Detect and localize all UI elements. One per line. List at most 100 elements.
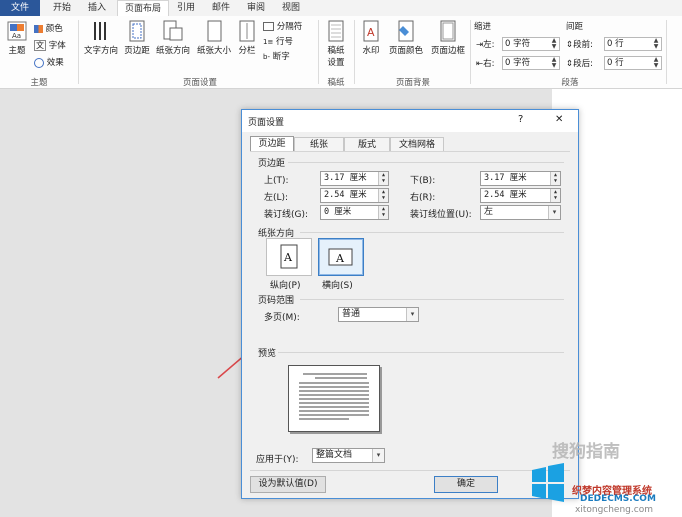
help-button[interactable]: ? xyxy=(518,114,523,125)
left-margin-input[interactable]: 2.54 厘米 ▲ ▼ xyxy=(320,188,389,203)
group-divider xyxy=(78,20,79,84)
tab-references[interactable]: 引用 xyxy=(170,0,202,16)
ok-button[interactable]: 确定 xyxy=(434,476,498,493)
chevron-down-icon[interactable]: ▾ xyxy=(372,449,384,462)
hyphenation-button[interactable]: b‑ 断字 xyxy=(263,50,317,62)
themes-button[interactable]: Aa 主题 xyxy=(4,20,30,56)
orientation-button[interactable]: 纸张方向 xyxy=(153,20,193,56)
margins-button[interactable]: 页边距 xyxy=(122,20,152,56)
draft-settings-button[interactable]: 稿纸 设置 xyxy=(322,20,350,68)
gutter-position-select[interactable]: 左 ▾ xyxy=(480,205,561,220)
close-button[interactable]: ✕ xyxy=(555,114,563,125)
chevron-down-icon[interactable]: ▾ xyxy=(406,308,418,321)
right-margin-input[interactable]: 2.54 厘米 ▲ ▼ xyxy=(480,188,561,203)
page-background-group-label: 页面背景 xyxy=(395,78,430,88)
breaks-button[interactable]: 分隔符 xyxy=(263,20,317,32)
gutter-input[interactable]: 0 厘米 ▲ ▼ xyxy=(320,205,389,220)
spin-arrows-icon[interactable]: ▲ ▼ xyxy=(378,172,388,185)
gutter-position-label: 装订线位置(U): xyxy=(410,210,472,220)
orientation-icon xyxy=(163,20,183,41)
tab-page-layout[interactable]: 页面布局 xyxy=(117,0,169,17)
tab-margins[interactable]: 页边距 xyxy=(250,136,294,152)
draft-group-label: 稿纸 xyxy=(327,78,345,88)
windows-logo-icon xyxy=(532,463,564,502)
top-margin-label: 上(T): xyxy=(264,176,289,186)
landscape-option[interactable]: A xyxy=(318,238,364,276)
tab-underline xyxy=(250,151,570,152)
breaks-label: 分隔符 xyxy=(276,22,303,32)
page-color-button[interactable]: 页面颜色 xyxy=(386,20,426,56)
colors-label: 颜色 xyxy=(45,24,63,34)
set-default-button[interactable]: 设为默认值(D) xyxy=(250,476,326,493)
gutter-label: 装订线(G): xyxy=(264,210,309,220)
theme-fonts-button[interactable]: 文 字体 xyxy=(34,39,74,51)
multiple-pages-label: 多页(M): xyxy=(264,313,300,323)
left-margin-label: 左(L): xyxy=(264,193,289,203)
spin-arrows-icon[interactable]: ▲ ▼ xyxy=(378,189,388,202)
svg-text:A: A xyxy=(367,26,375,39)
hyphenation-icon: b‑ xyxy=(263,53,270,61)
margins-label: 页边距 xyxy=(124,46,150,56)
group-divider xyxy=(318,20,319,84)
bottom-margin-input[interactable]: 3.17 厘米 ▲ ▼ xyxy=(480,171,561,186)
ribbon-tab-bar: 文件 开始 插入 页面布局 引用 邮件 审阅 视图 xyxy=(0,0,682,17)
tab-view[interactable]: 视图 xyxy=(275,0,307,16)
theme-colors-button[interactable]: 颜色 xyxy=(34,22,74,34)
tab-layout[interactable]: 版式 xyxy=(344,137,390,152)
portrait-option[interactable]: A xyxy=(266,238,312,276)
multiple-pages-select[interactable]: 普通 ▾ xyxy=(338,307,419,322)
page-setup-dialog: 页面设置 ? ✕ 页边距 纸张 版式 文档网格 页边距 上(T): 3.17 厘… xyxy=(241,109,579,499)
chevron-down-icon[interactable]: ▾ xyxy=(548,206,560,219)
tab-home[interactable]: 开始 xyxy=(45,0,79,16)
indent-title: 缩进 xyxy=(474,22,492,32)
watermark-site-domain: DEDECMS.COM xyxy=(580,494,656,504)
top-margin-input[interactable]: 3.17 厘米 ▲ ▼ xyxy=(320,171,389,186)
page-size-button[interactable]: 纸张大小 xyxy=(194,20,234,56)
line-numbers-icon: 1≡ xyxy=(263,38,274,46)
spin-arrows-icon[interactable]: ▲ ▼ xyxy=(378,206,388,219)
theme-effects-button[interactable]: 效果 xyxy=(34,56,74,68)
apply-to-label: 应用于(Y): xyxy=(256,455,299,465)
spin-arrows-icon[interactable]: ▲ ▼ xyxy=(652,38,660,50)
tab-file[interactable]: 文件 xyxy=(0,0,40,16)
theme-icon: Aa xyxy=(7,21,27,41)
tab-document-grid[interactable]: 文档网格 xyxy=(390,137,444,152)
apply-to-select[interactable]: 整篇文档 ▾ xyxy=(312,448,385,463)
spin-arrows-icon[interactable]: ▲ ▼ xyxy=(550,172,560,185)
tab-paper[interactable]: 纸张 xyxy=(294,137,344,152)
portrait-page-icon: A xyxy=(280,244,298,269)
svg-text:Aa: Aa xyxy=(12,32,21,40)
spin-arrows-icon[interactable]: ▲ ▼ xyxy=(550,57,558,69)
spin-arrows-icon[interactable]: ▲ ▼ xyxy=(652,57,660,69)
preview-section-title: 预览 xyxy=(258,349,277,359)
columns-button[interactable]: 分栏 xyxy=(236,20,258,56)
section-divider xyxy=(278,352,564,353)
text-direction-label: 文字方向 xyxy=(83,46,118,56)
page-size-label: 纸张大小 xyxy=(196,46,231,56)
page-size-icon xyxy=(207,20,222,42)
line-numbers-label: 行号 xyxy=(276,37,294,47)
spacing-before-input[interactable]: 0 行 ▲ ▼ xyxy=(604,37,662,51)
portrait-label[interactable]: 纵向(P) xyxy=(270,278,300,291)
spacing-after-input[interactable]: 0 行 ▲ ▼ xyxy=(604,56,662,70)
preview-lines-graphic xyxy=(299,373,369,420)
tab-insert[interactable]: 插入 xyxy=(80,0,114,16)
preview-page xyxy=(288,365,380,432)
colors-icon xyxy=(34,24,43,33)
landscape-label[interactable]: 横向(S) xyxy=(322,278,353,291)
group-divider xyxy=(470,20,471,84)
text-direction-button[interactable]: 文字方向 xyxy=(82,20,120,56)
indent-left-input[interactable]: 0 字符 ▲ ▼ xyxy=(502,37,560,51)
spin-arrows-icon[interactable]: ▲ ▼ xyxy=(550,38,558,50)
watermark-icon: A xyxy=(363,20,379,42)
watermark-button[interactable]: A 水印 xyxy=(358,20,384,56)
page-borders-button[interactable]: 页面边框 xyxy=(428,20,468,56)
group-divider xyxy=(354,20,355,84)
spin-arrows-icon[interactable]: ▲ ▼ xyxy=(550,189,560,202)
line-numbers-button[interactable]: 1≡ 行号 xyxy=(263,35,317,47)
indent-right-input[interactable]: 0 字符 ▲ ▼ xyxy=(502,56,560,70)
paragraph-group-label: 段落 xyxy=(561,78,579,88)
tab-mailings[interactable]: 邮件 xyxy=(205,0,237,16)
pages-section-title: 页码范围 xyxy=(258,296,295,306)
tab-review[interactable]: 审阅 xyxy=(240,0,272,16)
